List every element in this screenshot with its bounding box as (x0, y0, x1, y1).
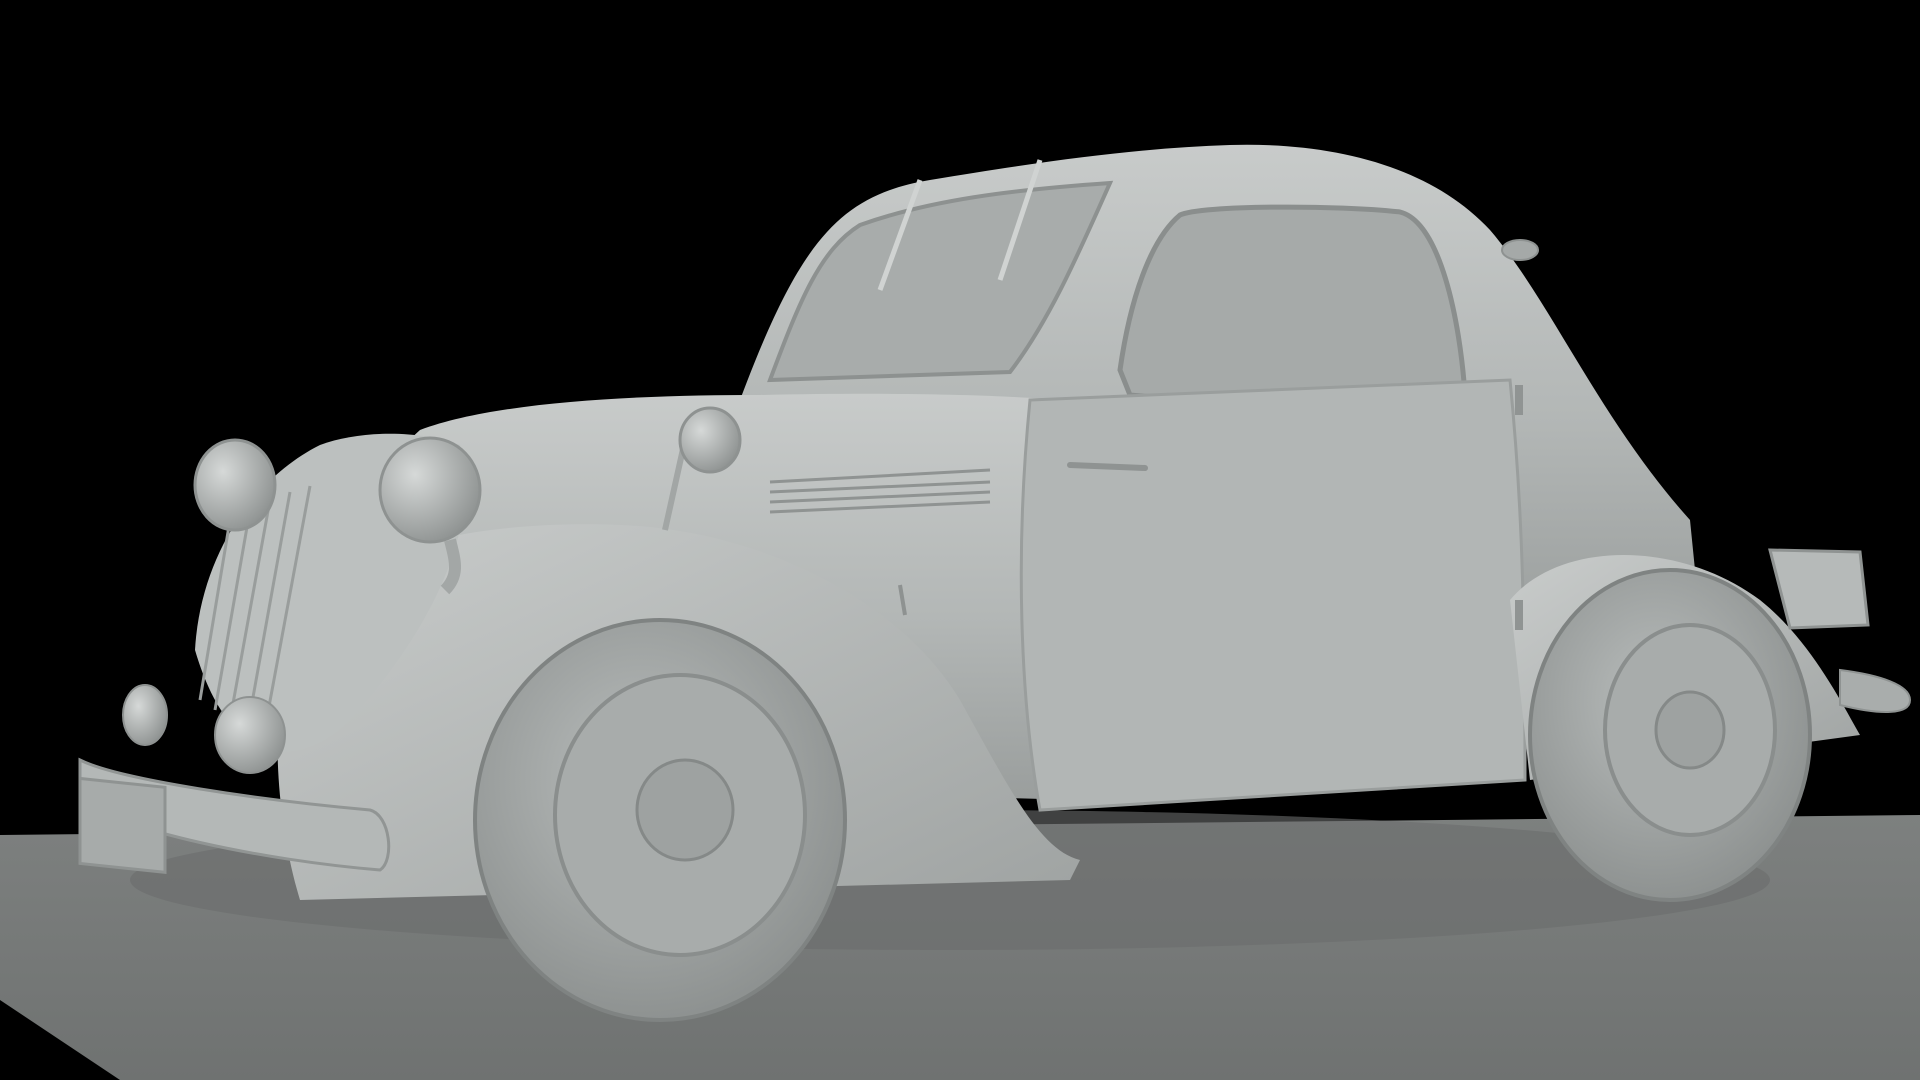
door-handle (1067, 462, 1148, 471)
headlight-left (193, 438, 277, 532)
fog-lamp-right (214, 696, 286, 774)
car-door (1019, 378, 1527, 812)
door-hinge-bottom (1515, 600, 1523, 630)
fog-lamp-left (122, 684, 168, 746)
rear-light (1501, 239, 1539, 261)
license-plate-front (78, 776, 167, 874)
viewport (0, 0, 1920, 1080)
rear-wheel (1528, 568, 1812, 902)
door-hinge-top (1515, 385, 1523, 415)
side-window (1117, 204, 1468, 403)
render-scene (0, 144, 1920, 1080)
license-plate-rear (1768, 548, 1870, 630)
front-wheel (473, 618, 847, 1022)
rear-bumper (1839, 668, 1912, 713)
